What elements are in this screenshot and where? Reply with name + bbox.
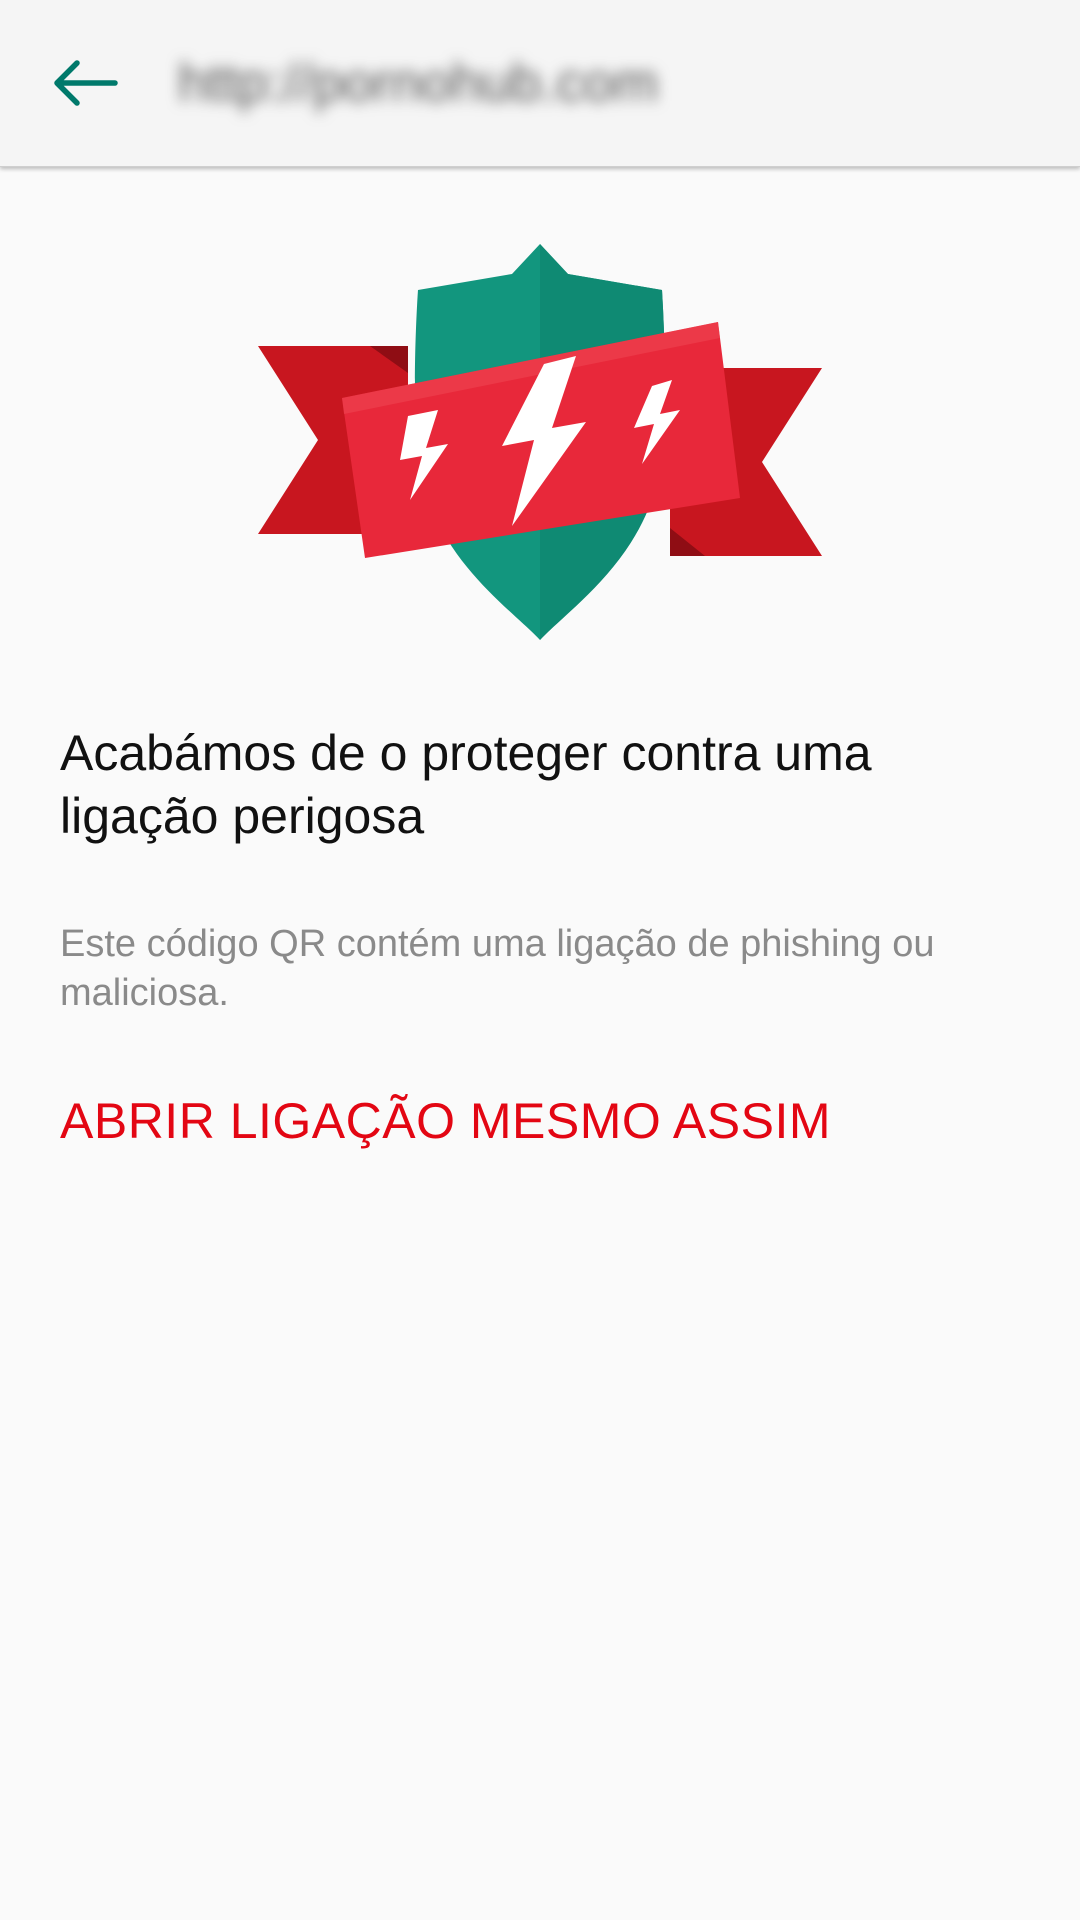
open-link-anyway-button[interactable]: ABRIR LIGAÇÃO MESMO ASSIM	[60, 1092, 831, 1150]
toolbar: http://pornohub.com	[0, 0, 1080, 167]
back-button[interactable]	[30, 38, 138, 128]
warning-description: Este código QR contém uma ligação de phi…	[60, 923, 935, 1014]
url-text: http://pornohub.com	[178, 53, 659, 113]
warning-headline: Acabámos de o proteger contra uma ligaçã…	[60, 725, 872, 844]
app-screen: http://pornohub.com Acabámos de o proteg…	[0, 0, 1080, 1920]
arrow-left-icon	[54, 60, 118, 106]
shield-ribbon-lightning-icon	[250, 238, 830, 648]
